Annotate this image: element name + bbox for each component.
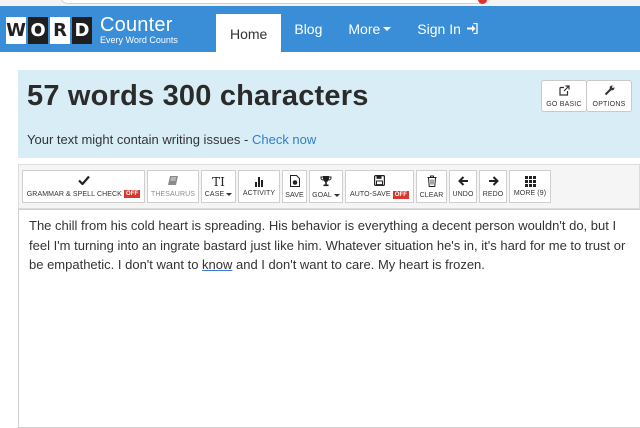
header-buttons: GO BASIC OPTIONS — [541, 80, 632, 112]
book-icon — [167, 175, 179, 188]
arrow-left-icon — [457, 175, 469, 188]
goal-button[interactable]: GOAL — [309, 170, 343, 203]
stats-panel: 57 words 300 characters Your text might … — [18, 70, 640, 158]
logo[interactable]: W O R D Counter Every Word Counts — [6, 15, 178, 45]
undo-label: UNDO — [452, 190, 474, 198]
floppy-disk-icon — [374, 174, 386, 188]
notification-dot-icon — [478, 0, 487, 4]
sign-in-icon — [466, 22, 478, 37]
more-tools-label: MORE (9) — [513, 190, 547, 197]
options-button[interactable]: OPTIONS — [586, 80, 632, 112]
case-button[interactable]: TI CASE — [201, 170, 236, 203]
clear-button[interactable]: CLEAR — [416, 170, 447, 203]
check-now-link[interactable]: Check now — [252, 132, 316, 147]
editor-text-end: and I don't want to care. My heart is fr… — [232, 257, 485, 273]
nav-signin[interactable]: Sign In — [404, 6, 491, 52]
logo-text: Counter Every Word Counts — [100, 15, 178, 45]
caret-down-icon — [383, 27, 392, 31]
save-label: SAVE — [285, 191, 304, 199]
thesaurus-button[interactable]: THESAURUS — [147, 170, 199, 203]
grid-icon — [524, 176, 536, 187]
activity-button[interactable]: ACTIVITY — [238, 170, 280, 203]
navbar: W O R D Counter Every Word Counts Home B… — [0, 6, 640, 54]
text-case-icon: TI — [212, 174, 225, 189]
word-count-headline: 57 words 300 characters — [27, 80, 369, 112]
trophy-icon — [320, 175, 332, 189]
redo-button[interactable]: REDO — [479, 170, 507, 203]
redo-label: REDO — [482, 190, 504, 198]
nav-more-label: More — [348, 21, 381, 37]
logo-letter-d: D — [72, 16, 92, 44]
case-label: CASE — [204, 190, 233, 198]
wrench-icon — [604, 85, 615, 99]
save-document-icon — [289, 174, 300, 189]
checkmark-icon — [77, 175, 90, 187]
auto-save-status-badge: OFF — [392, 190, 410, 199]
nav-signin-label: Sign In — [417, 21, 461, 37]
logo-letter-w: W — [6, 16, 26, 44]
editor-text[interactable]: The chill from his cold heart is spreadi… — [29, 216, 633, 275]
options-label: OPTIONS — [592, 100, 626, 108]
caret-down-icon — [226, 192, 233, 196]
spelling-flagged-word[interactable]: know — [202, 257, 232, 272]
search-bar-edge[interactable] — [60, 0, 490, 4]
issue-text: Your text might contain writing issues - — [27, 132, 252, 147]
logo-letter-r: R — [50, 16, 70, 44]
writing-issues-notice: Your text might contain writing issues -… — [27, 132, 316, 147]
editor-toolbar: GRAMMAR & SPELL CHECK OFF THESAURUS TI C… — [18, 164, 640, 209]
main-nav: Home Blog More Sign In — [216, 6, 491, 54]
caret-down-icon — [333, 193, 340, 197]
goal-text: GOAL — [312, 191, 332, 199]
activity-label: ACTIVITY — [242, 190, 276, 197]
auto-save-label: AUTO-SAVE OFF — [349, 190, 410, 199]
logo-tagline: Every Word Counts — [100, 35, 178, 45]
undo-button[interactable]: UNDO — [449, 170, 477, 203]
grammar-spell-check-button[interactable]: GRAMMAR & SPELL CHECK OFF — [22, 170, 145, 203]
go-basic-button[interactable]: GO BASIC — [541, 80, 587, 112]
nav-home-label: Home — [230, 26, 268, 42]
grammar-status-badge: OFF — [123, 190, 141, 198]
auto-save-text: AUTO-SAVE — [349, 191, 391, 198]
bar-chart-icon — [255, 176, 264, 187]
trash-icon — [427, 175, 437, 189]
go-basic-label: GO BASIC — [546, 100, 582, 108]
arrow-right-icon — [488, 175, 499, 188]
text-editor[interactable]: The chill from his cold heart is spreadi… — [18, 209, 640, 428]
grammar-text: GRAMMAR & SPELL CHECK — [26, 190, 122, 198]
logo-letter-o: O — [28, 16, 48, 44]
save-button[interactable]: SAVE — [282, 170, 307, 203]
nav-blog-label: Blog — [294, 21, 323, 37]
case-text: CASE — [204, 190, 225, 198]
grammar-label: GRAMMAR & SPELL CHECK OFF — [27, 190, 141, 198]
more-tools-button[interactable]: MORE (9) — [509, 170, 551, 203]
thesaurus-label: THESAURUS — [150, 191, 196, 198]
external-link-icon — [558, 84, 570, 99]
nav-home[interactable]: Home — [216, 14, 282, 54]
auto-save-button[interactable]: AUTO-SAVE OFF — [345, 170, 414, 203]
nav-more[interactable]: More — [335, 6, 404, 52]
clear-label: CLEAR — [419, 191, 444, 199]
toolbar-buttons: GRAMMAR & SPELL CHECK OFF THESAURUS TI C… — [22, 170, 551, 203]
nav-blog[interactable]: Blog — [281, 6, 335, 52]
goal-label: GOAL — [312, 192, 340, 199]
logo-title: Counter — [100, 14, 173, 36]
